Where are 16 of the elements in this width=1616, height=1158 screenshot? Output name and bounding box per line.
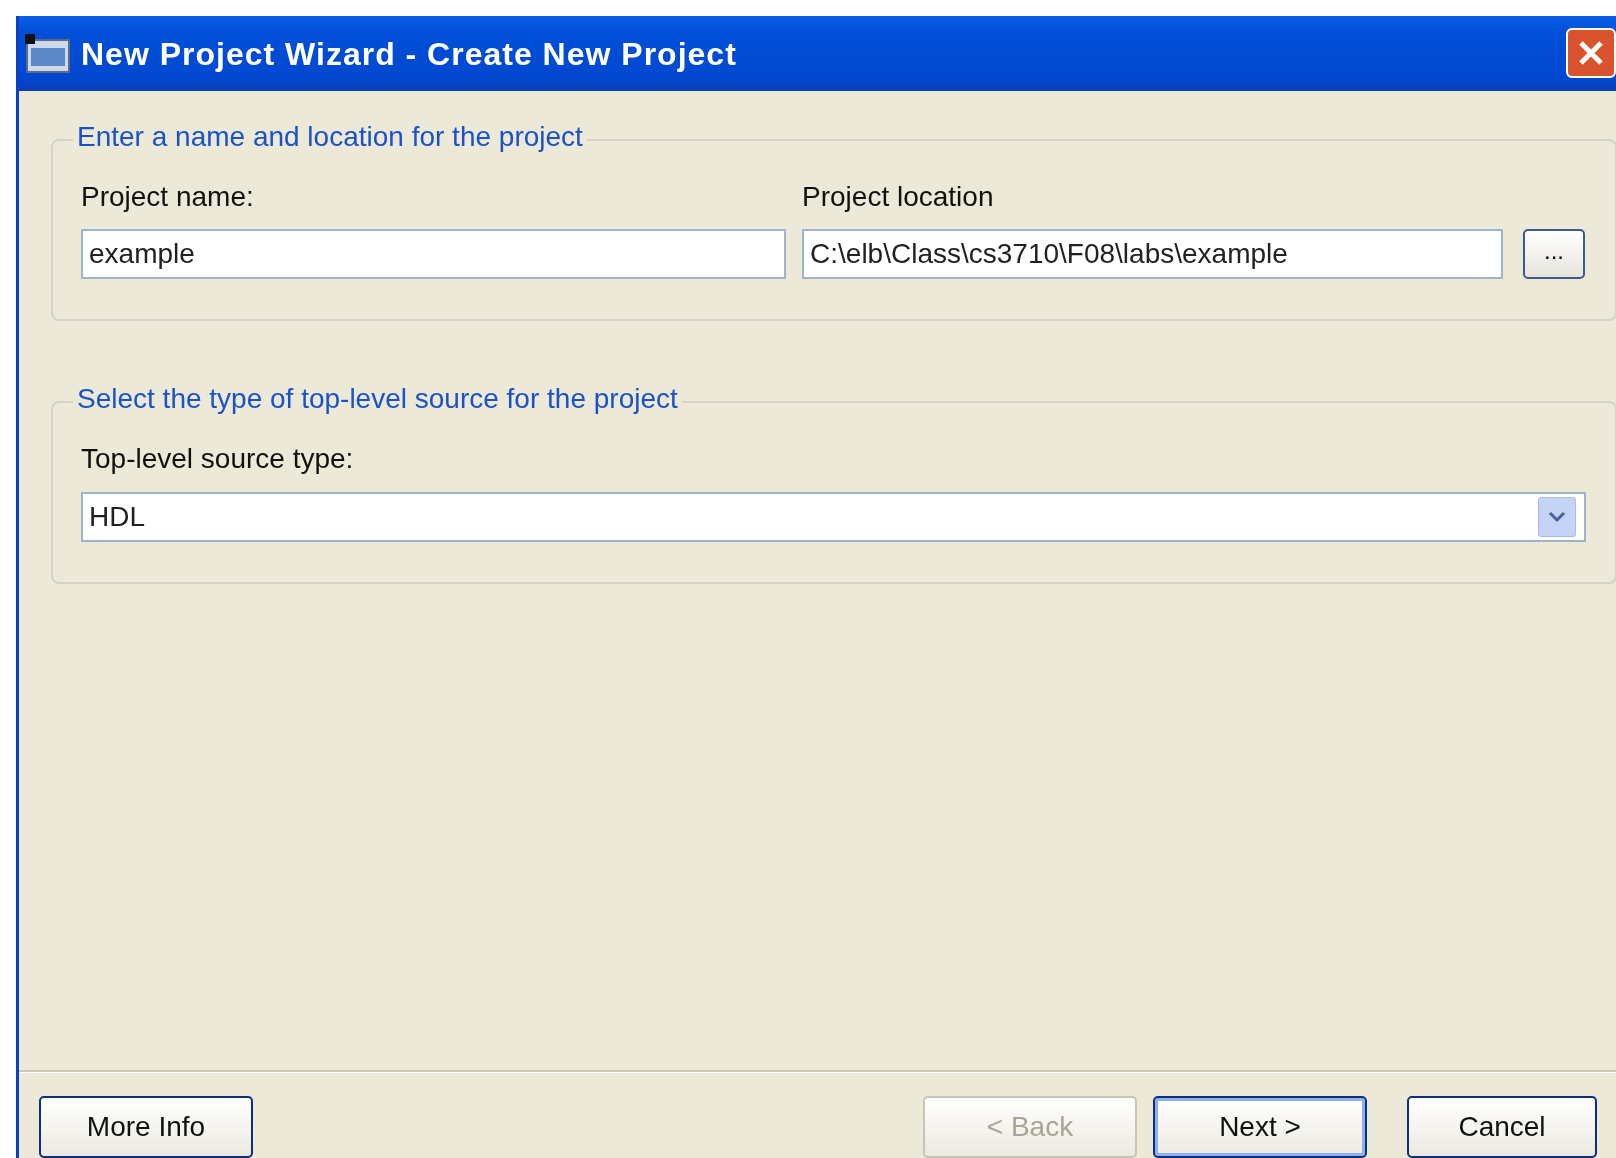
- field-label: Project name:: [81, 180, 254, 214]
- field-label: Project location: [802, 180, 994, 214]
- wizard-button[interactable]: More Info: [39, 1096, 253, 1158]
- app-icon: [25, 33, 71, 74]
- browse-button[interactable]: ...: [1523, 229, 1585, 280]
- dropdown-value: HDL: [89, 499, 145, 534]
- source-type-dropdown[interactable]: HDL: [81, 491, 1586, 542]
- caret-icon: [1548, 510, 1566, 523]
- dropdown-arrow-button[interactable]: [1538, 496, 1576, 537]
- name-field[interactable]: example: [81, 229, 787, 280]
- wizard-button[interactable]: Next >: [1153, 1096, 1367, 1158]
- field-label: Top-level source type:: [81, 442, 354, 477]
- window-title: New Project Wizard - Create New Project: [81, 34, 737, 74]
- wizard-button[interactable]: Cancel: [1407, 1096, 1597, 1158]
- close-button[interactable]: [1566, 28, 1616, 78]
- location-field[interactable]: C:\elb\Class\cs3710\F08\labs\example: [802, 229, 1503, 280]
